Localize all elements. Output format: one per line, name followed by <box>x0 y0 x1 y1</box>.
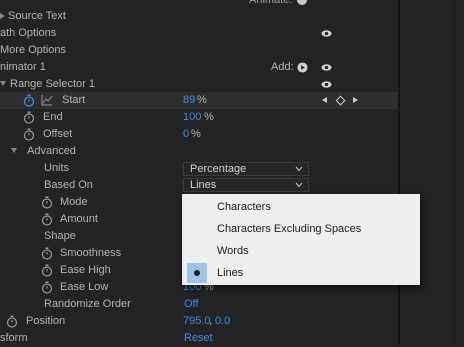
start-row[interactable]: Start 89 % <box>0 92 398 109</box>
amount-label: Amount <box>60 213 98 225</box>
position-x-value[interactable]: 795.0 <box>183 313 211 330</box>
menu-item-label: Characters <box>217 201 271 213</box>
position-y-value[interactable]: 0.0 <box>215 313 230 330</box>
animator-label: nimator 1 <box>0 61 46 73</box>
twirl-right-icon[interactable] <box>0 13 5 19</box>
selected-check-box <box>187 263 207 283</box>
end-value[interactable]: 100 <box>183 109 201 126</box>
based-on-dropdown-value: Lines <box>190 179 217 191</box>
advanced-row[interactable]: Advanced <box>0 143 398 160</box>
menu-item-lines[interactable]: Lines <box>182 262 420 284</box>
more-options-label: More Options <box>0 44 67 56</box>
based-on-dropdown-menu: Characters Characters Excluding Spaces W… <box>182 194 420 285</box>
add-play-icon[interactable] <box>297 62 308 73</box>
stopwatch-icon[interactable] <box>41 213 53 226</box>
eye-icon[interactable] <box>321 79 332 90</box>
eye-icon[interactable] <box>321 28 332 39</box>
add-label: Add: <box>271 61 294 73</box>
units-row[interactable]: Units Percentage <box>0 160 398 177</box>
stopwatch-icon[interactable] <box>6 315 18 328</box>
menu-item-label: Words <box>217 245 249 257</box>
position-separator: , <box>209 315 213 327</box>
twirl-down-icon[interactable] <box>11 148 17 153</box>
timeline-divider-2 <box>454 0 455 345</box>
transform-label: sform <box>0 332 28 344</box>
menu-item-characters[interactable]: Characters <box>182 196 420 218</box>
timeline-divider <box>398 0 400 345</box>
based-on-label: Based On <box>44 179 93 191</box>
stopwatch-icon[interactable] <box>23 128 35 141</box>
reset-link[interactable]: Reset <box>184 330 213 347</box>
path-options-label: ath Options <box>0 27 57 39</box>
prev-keyframe-icon[interactable] <box>322 97 327 103</box>
range-selector-label: Range Selector 1 <box>10 78 95 90</box>
stopwatch-active-icon[interactable] <box>23 94 35 107</box>
based-on-row[interactable]: Based On Lines <box>0 177 398 194</box>
smoothness-label: Smoothness <box>60 247 122 259</box>
offset-label: Offset <box>43 128 73 140</box>
source-text-row[interactable]: Source Text <box>0 8 398 25</box>
animate-play-icon[interactable] <box>297 0 307 5</box>
randomize-order-row[interactable]: Randomize Order Off <box>0 296 398 313</box>
stopwatch-icon[interactable] <box>41 264 53 277</box>
randomize-order-value[interactable]: Off <box>184 296 198 313</box>
start-label: Start <box>62 94 86 106</box>
offset-unit: % <box>191 128 201 140</box>
stopwatch-icon[interactable] <box>23 111 35 124</box>
graph-icon[interactable] <box>41 95 53 106</box>
more-options-row[interactable]: More Options <box>0 42 398 59</box>
range-selector-row[interactable]: Range Selector 1 <box>0 76 398 93</box>
units-dropdown-value: Percentage <box>190 163 247 175</box>
eye-icon[interactable] <box>321 62 332 73</box>
next-keyframe-icon[interactable] <box>353 97 358 103</box>
position-label: Position <box>26 315 66 327</box>
based-on-dropdown[interactable]: Lines <box>183 178 309 192</box>
start-unit: % <box>197 94 207 106</box>
menu-item-words[interactable]: Words <box>182 240 420 262</box>
position-row[interactable]: Position 795.0 , 0.0 <box>0 313 398 330</box>
chevron-down-icon <box>295 182 303 188</box>
menu-item-label: Characters Excluding Spaces <box>217 223 362 235</box>
animator-row[interactable]: nimator 1 Add: <box>0 59 398 76</box>
stopwatch-icon[interactable] <box>41 247 53 260</box>
twirl-down-icon[interactable] <box>0 81 6 86</box>
randomize-order-label: Randomize Order <box>44 298 131 310</box>
path-options-row[interactable]: ath Options <box>0 25 398 42</box>
offset-row[interactable]: Offset 0 % <box>0 126 398 143</box>
shape-label: Shape <box>44 230 76 242</box>
menu-item-characters-excluding-spaces[interactable]: Characters Excluding Spaces <box>182 218 420 240</box>
stopwatch-icon[interactable] <box>41 196 53 209</box>
ease-low-label: Ease Low <box>60 281 109 293</box>
selected-dot-icon <box>194 270 200 276</box>
start-value[interactable]: 89 <box>183 92 195 109</box>
menu-item-label: Lines <box>217 267 244 279</box>
transform-row[interactable]: sform Reset <box>0 330 398 347</box>
offset-value[interactable]: 0 <box>183 126 189 143</box>
end-row[interactable]: End 100 % <box>0 109 398 126</box>
end-label: End <box>43 111 63 123</box>
chevron-down-icon <box>295 166 303 172</box>
ease-high-label: Ease High <box>60 264 111 276</box>
units-dropdown[interactable]: Percentage <box>183 162 309 176</box>
keyframe-diamond-icon[interactable] <box>335 95 346 106</box>
mode-label: Mode <box>60 196 88 208</box>
end-unit: % <box>204 111 214 123</box>
source-text-label: Source Text <box>8 10 66 22</box>
units-label: Units <box>44 162 70 174</box>
advanced-label: Advanced <box>27 145 76 157</box>
stopwatch-icon[interactable] <box>41 281 53 294</box>
